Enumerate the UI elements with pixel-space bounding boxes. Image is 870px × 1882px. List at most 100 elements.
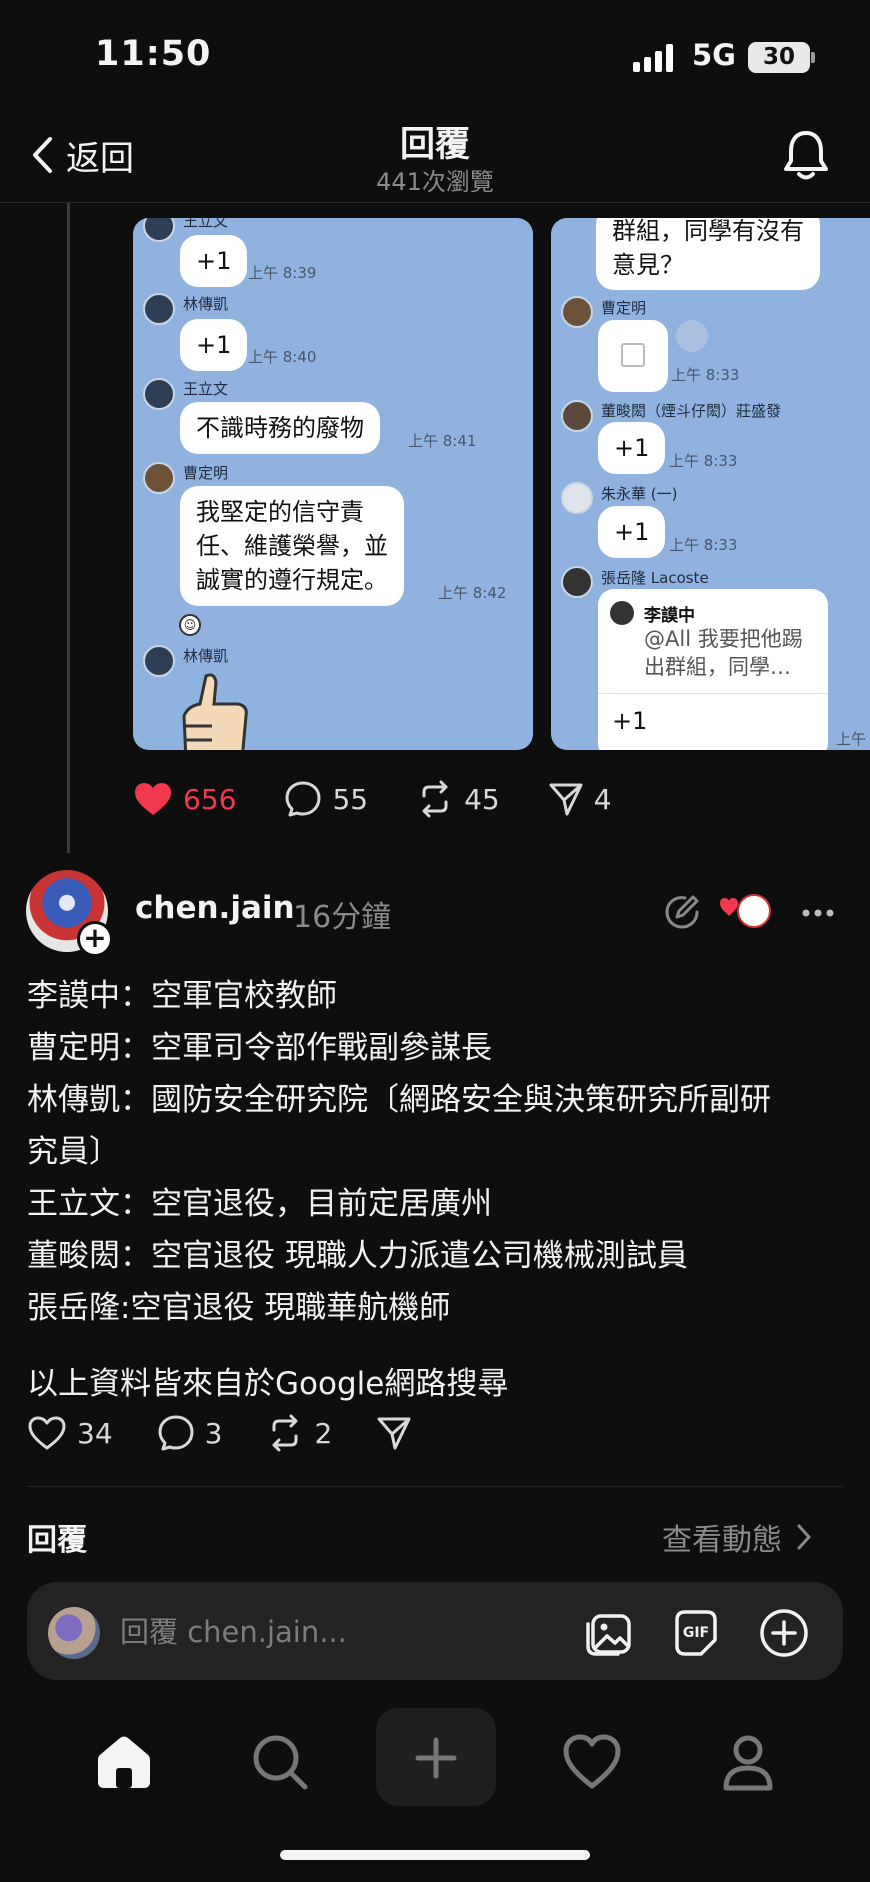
chat-sender-name: 曹定明 xyxy=(601,299,647,317)
share-button[interactable]: 4 xyxy=(548,781,612,817)
comment-icon xyxy=(285,781,321,817)
comment-icon xyxy=(158,1415,194,1451)
edit-icon[interactable] xyxy=(663,893,701,931)
share-count: 4 xyxy=(593,782,612,816)
chat-sender-name: 王立文 xyxy=(183,380,229,398)
chat-time: 上午 8:40 xyxy=(248,348,317,366)
chat-time: 上午 8:33 xyxy=(669,536,738,554)
post-username[interactable]: chen.jain xyxy=(135,890,295,926)
header-divider xyxy=(0,202,870,203)
chat-avatar xyxy=(143,293,175,325)
chat-bubble-line: 任、維護榮譽，並 xyxy=(196,532,388,560)
chat-bubble: +1 xyxy=(598,506,666,558)
post-line: 張岳隆:空官退役 現職華航機師 xyxy=(27,1290,451,1326)
like-button[interactable]: 34 xyxy=(27,1415,113,1451)
quote-avatar xyxy=(610,601,634,625)
chat-image-placeholder xyxy=(598,320,668,392)
my-avatar xyxy=(48,1607,100,1659)
signal-icon xyxy=(633,44,673,72)
section-divider xyxy=(27,1486,843,1487)
chat-avatar xyxy=(143,218,175,242)
home-indicator xyxy=(280,1850,590,1860)
search-icon[interactable] xyxy=(248,1730,312,1794)
replies-heading: 回覆 xyxy=(27,1523,87,1558)
reply-input[interactable] xyxy=(120,1605,560,1659)
home-icon[interactable] xyxy=(92,1730,156,1794)
like-count: 656 xyxy=(183,782,237,816)
repost-button[interactable]: 2 xyxy=(266,1414,332,1452)
quote-sender-name: 李謨中 xyxy=(644,606,695,626)
chat-bubble: 群組，同學有沒有 意見？ xyxy=(596,218,820,290)
svg-text:GIF: GIF xyxy=(683,1625,709,1641)
image-icon[interactable] xyxy=(582,1606,636,1660)
like-button[interactable]: 656 xyxy=(133,781,236,817)
chat-time: 上午 8:42 xyxy=(438,584,507,602)
chat-bubble: +1 xyxy=(180,235,248,287)
parent-post-actions: 656 55 45 4 xyxy=(133,780,612,818)
thumbs-up-sticker-icon xyxy=(182,673,248,750)
comment-count: 55 xyxy=(332,782,369,816)
chat-bubble-line: 群組，同學有沒有 xyxy=(612,218,804,245)
chevron-right-icon xyxy=(797,1524,811,1550)
more-icon[interactable] xyxy=(800,895,836,931)
chat-bubble: +1 xyxy=(612,707,648,735)
post-actions: 34 3 2 xyxy=(27,1414,412,1452)
post-line: 林傳凱：國防安全研究院〔網路安全與決策研究所副研 xyxy=(27,1082,771,1118)
chat-avatar xyxy=(561,400,593,432)
image-placeholder-icon xyxy=(621,343,645,367)
profile-icon[interactable] xyxy=(716,1730,780,1794)
plus-circle-icon[interactable] xyxy=(757,1606,811,1660)
activity-heart-icon[interactable] xyxy=(560,1730,624,1794)
chat-bubble-line: 意見？ xyxy=(612,251,684,279)
chat-sender-name: 林傳凱 xyxy=(183,295,229,313)
repost-icon xyxy=(422,780,448,818)
chat-bubble-line: 我堅定的信守責 xyxy=(196,498,364,526)
badge-icon xyxy=(720,894,771,928)
page-title: 回覆 xyxy=(399,125,470,165)
chat-sender-name: 王立文 xyxy=(183,218,229,230)
repost-icon xyxy=(272,1414,298,1452)
chat-bubble: +1 xyxy=(180,319,248,371)
chat-avatar xyxy=(143,462,175,494)
attached-image-2[interactable]: 群組，同學有沒有 意見？ 曹定明 上午 8:33 董畯閎（煙斗仔閎）莊盛發 +1… xyxy=(551,218,870,750)
heart-icon xyxy=(28,1416,66,1450)
post-body: 李謨中：空軍官校教師 曹定明：空軍司令部作戰副參謀長 林傳凱：國防安全研究院〔網… xyxy=(27,970,847,1410)
chat-avatar xyxy=(143,645,175,677)
send-icon xyxy=(549,783,583,816)
quote-text: @All 我要把他踢 出群組，同學… xyxy=(644,625,803,681)
view-activity-link[interactable]: 查看動態 xyxy=(662,1515,812,1559)
chat-reply-bubble: 李謨中 @All 我要把他踢 出群組，同學… +1 xyxy=(598,589,828,750)
chat-time: 上午 8:33 xyxy=(669,452,738,470)
comment-button[interactable]: 3 xyxy=(157,1414,222,1452)
chat-sender-name: 朱永華 (一) xyxy=(601,485,678,503)
chat-avatar xyxy=(143,378,175,410)
comment-button[interactable]: 55 xyxy=(284,780,368,818)
post-line: 董畯閎：空官退役 現職人力派遣公司機械測試員 xyxy=(27,1238,688,1274)
chat-bubble: +1 xyxy=(598,422,666,474)
plus-icon xyxy=(415,1737,457,1779)
repost-count: 2 xyxy=(314,1416,333,1450)
gif-icon[interactable]: GIF xyxy=(669,1606,723,1660)
repost-button[interactable]: 45 xyxy=(416,780,500,818)
share-button[interactable] xyxy=(376,1415,412,1451)
post-line: 王立文：空官退役，目前定居廣州 xyxy=(27,1186,492,1222)
chat-bubble: 我堅定的信守責 任、維護榮譽，並 誠實的遵行規定。 xyxy=(180,486,404,606)
quote-line: @All 我要把他踢 xyxy=(644,627,803,651)
status-time: 11:50 xyxy=(95,34,212,74)
chat-avatar xyxy=(561,482,593,514)
battery-tip xyxy=(811,52,815,63)
chat-time: 上午 8:41 xyxy=(408,432,477,450)
like-count: 34 xyxy=(77,1416,113,1450)
bell-icon[interactable] xyxy=(780,128,832,182)
reaction-emoji-icon: ☺ xyxy=(179,614,201,636)
chat-bubble: 不識時務的廢物 xyxy=(180,402,380,454)
follow-plus-icon[interactable]: + xyxy=(77,921,113,957)
chat-avatar xyxy=(561,296,593,328)
chat-bubble-line: 誠實的遵行規定。 xyxy=(196,566,388,594)
post-footer-line: 以上資料皆來自於Google網路搜尋 xyxy=(27,1366,509,1402)
view-count: 441次瀏覽 xyxy=(376,168,494,196)
quote-divider xyxy=(598,693,828,694)
quote-line: 出群組，同學… xyxy=(644,655,791,679)
attached-image-1[interactable]: 王立文 +1 上午 8:39 林傳凱 +1 上午 8:40 王立文 不識時務的廢… xyxy=(133,218,533,750)
share-chat-icon xyxy=(676,320,708,352)
